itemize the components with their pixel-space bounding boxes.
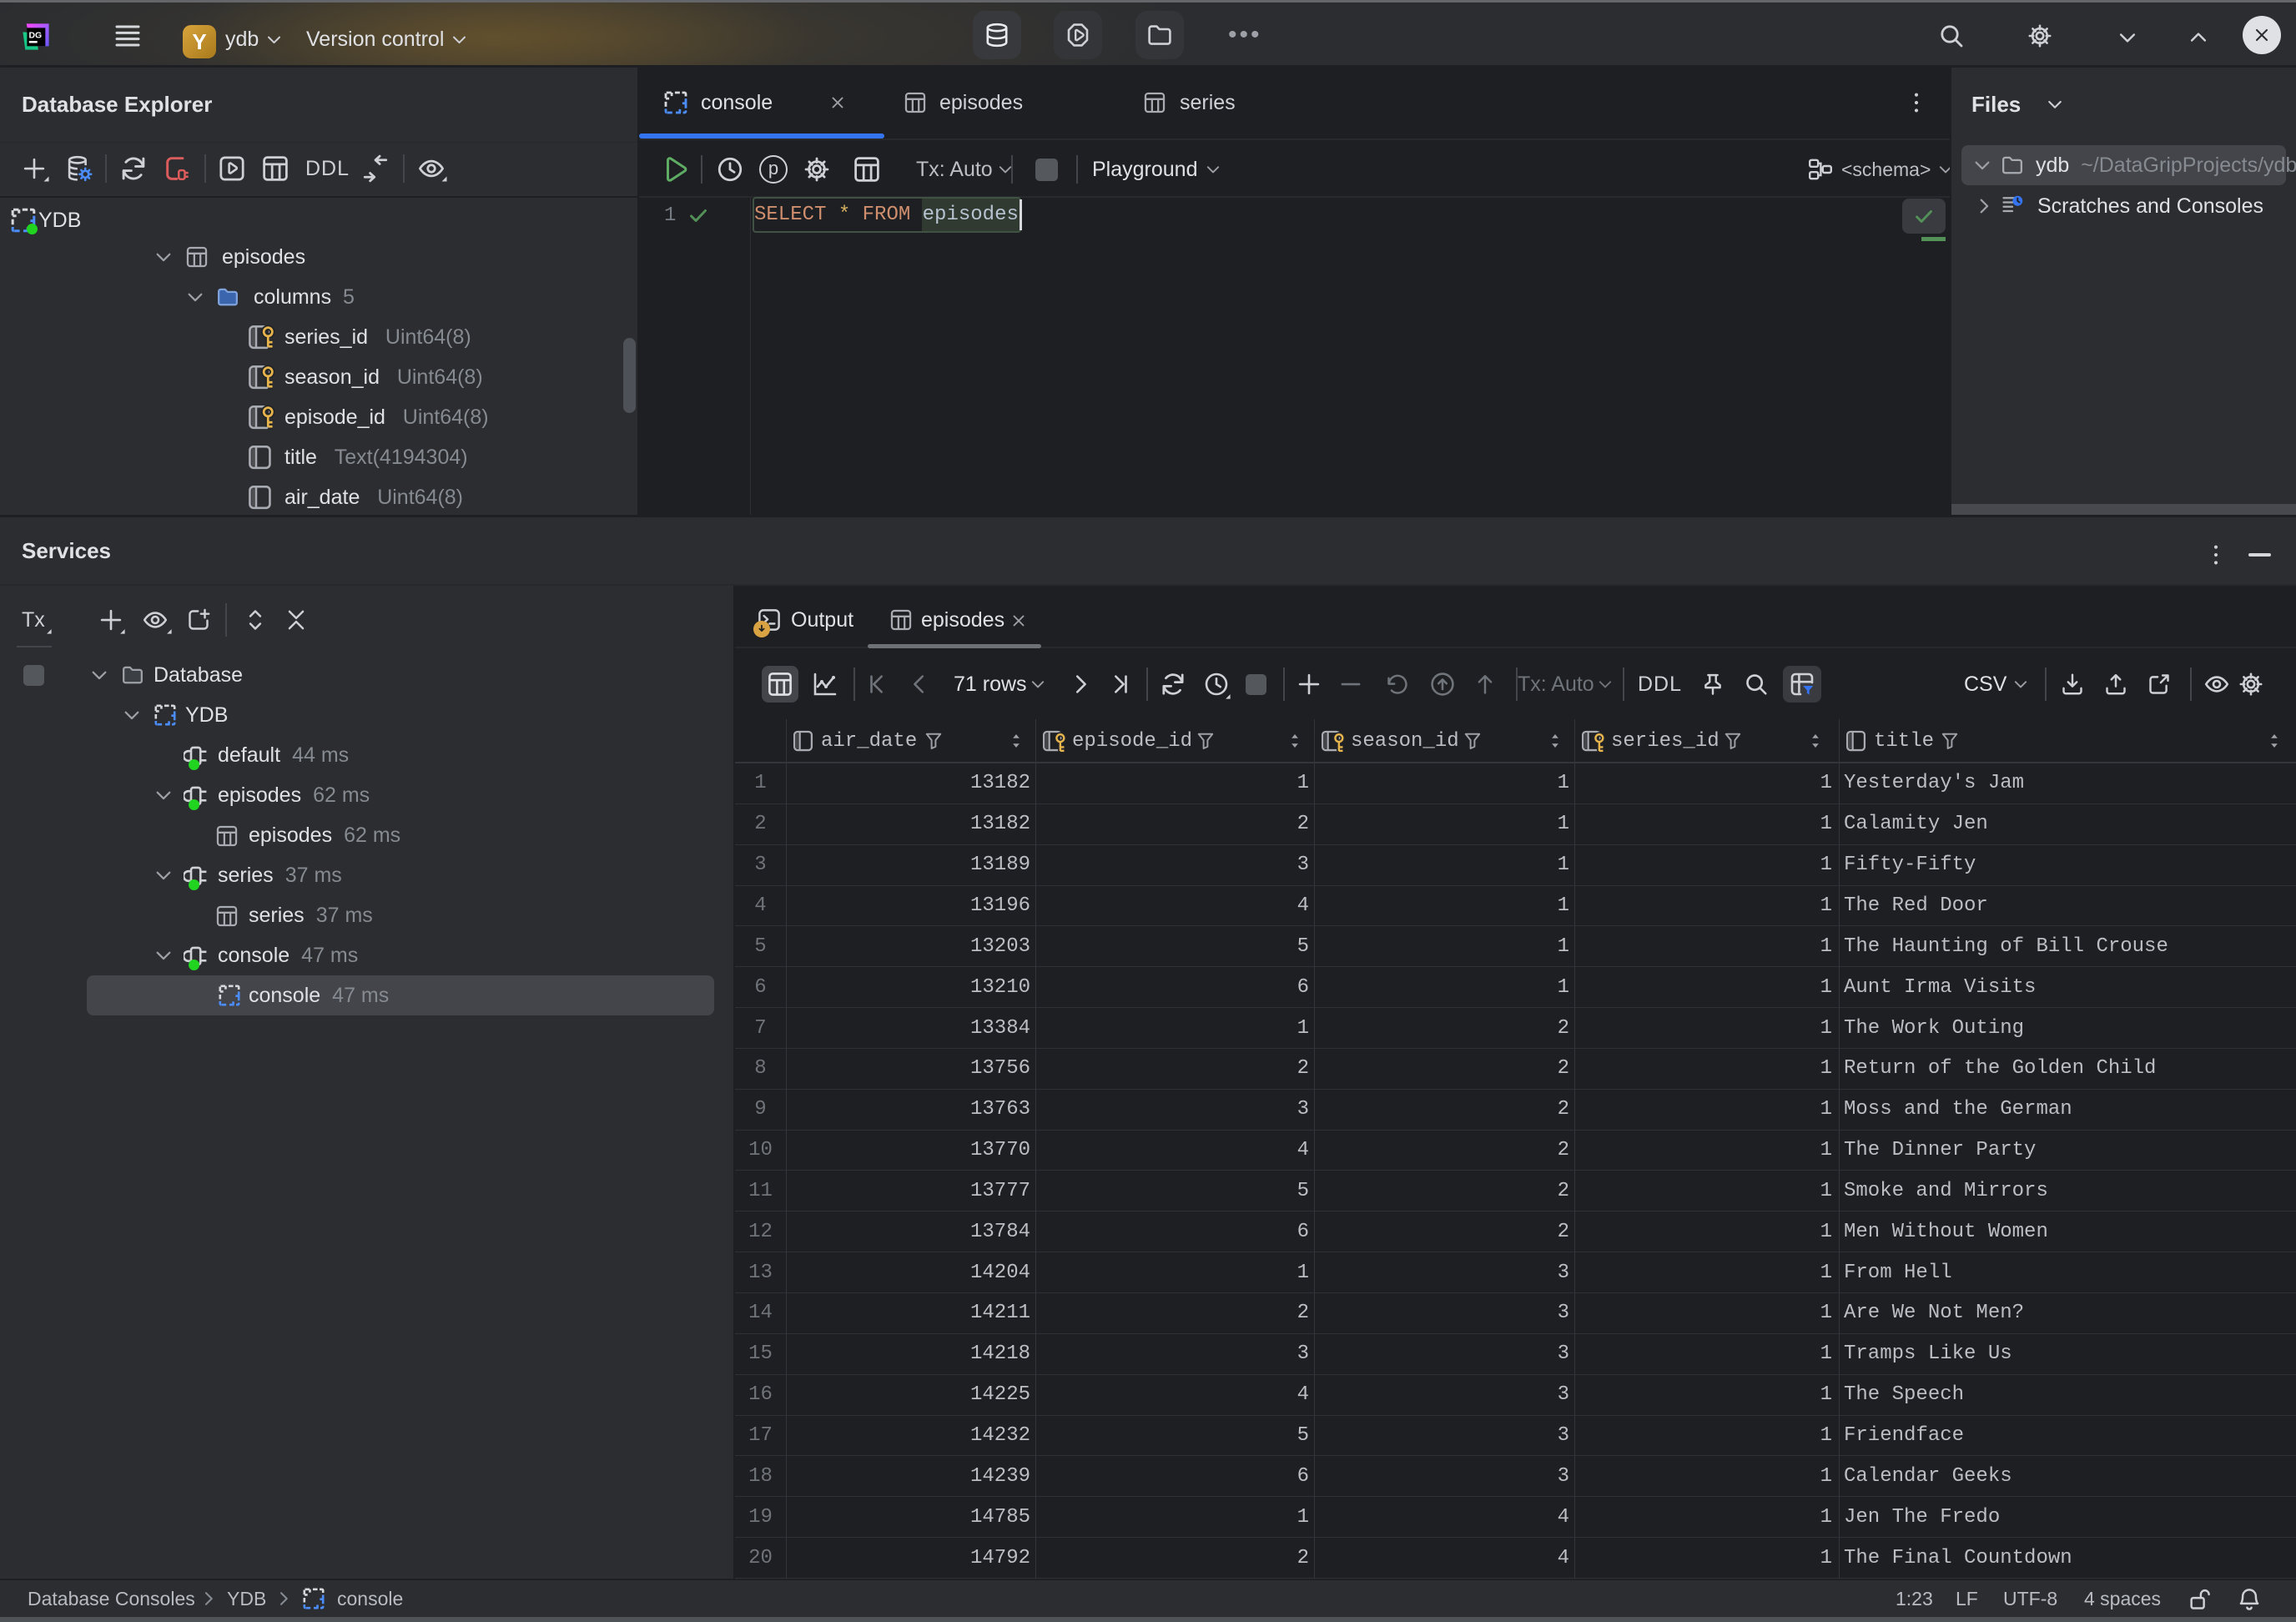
svg-text:DG: DG [29, 31, 43, 40]
